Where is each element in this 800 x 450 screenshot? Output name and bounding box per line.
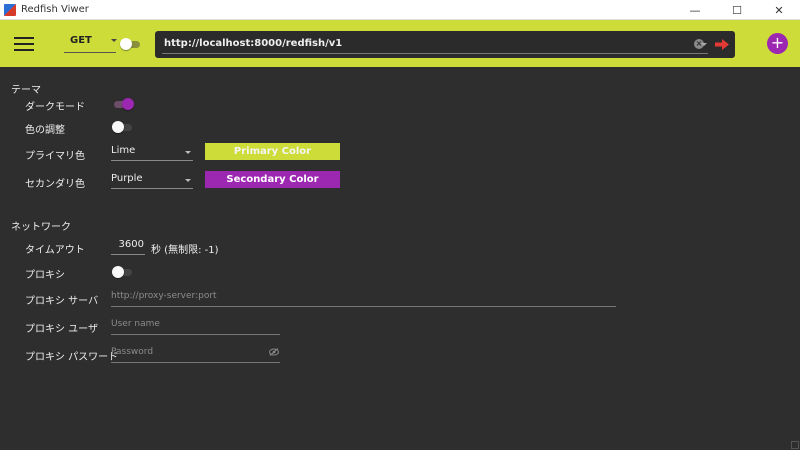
color-adjust-label: 色の調整: [25, 125, 65, 136]
window-titlebar: Redfish Viwer — ☐ ✕: [0, 0, 800, 20]
add-button[interactable]: +: [767, 33, 788, 54]
color-adjust-toggle[interactable]: [112, 121, 134, 133]
chevron-down-icon: [111, 39, 117, 42]
window-title: Redfish Viwer: [21, 4, 89, 15]
url-field-container: http://localhost:8000/redfish/v1 ×: [155, 31, 735, 58]
proxy-server-label: プロキシ サーバ: [25, 296, 99, 307]
proxy-password-input[interactable]: Password: [111, 347, 280, 363]
url-input[interactable]: http://localhost:8000/redfish/v1: [164, 38, 342, 49]
proxy-user-label: プロキシ ユーザ: [25, 324, 98, 335]
dark-mode-label: ダークモード: [25, 102, 85, 113]
url-history-dropdown-icon[interactable]: [701, 43, 707, 46]
settings-panel: テーマ ダークモード 色の調整 プライマリ色 Lime Primary Colo…: [0, 67, 800, 450]
resize-grip-icon[interactable]: [791, 441, 799, 449]
proxy-toggle[interactable]: [112, 266, 134, 278]
proxy-password-label: プロキシ パスワード: [25, 352, 119, 363]
timeout-unit: 秒 (無制限: -1): [151, 245, 219, 256]
http-method-select[interactable]: GET: [64, 35, 116, 53]
app-bar: GET http://localhost:8000/redfish/v1 × +: [0, 20, 800, 67]
primary-color-button[interactable]: Primary Color: [205, 143, 340, 160]
hamburger-menu-icon[interactable]: [14, 37, 34, 51]
chevron-down-icon: [185, 151, 191, 154]
maximize-button[interactable]: ☐: [716, 0, 758, 20]
proxy-user-input[interactable]: User name: [111, 319, 280, 335]
primary-color-select[interactable]: Lime: [111, 145, 193, 161]
primary-color-value: Lime: [111, 145, 136, 156]
network-section-title: ネットワーク: [11, 222, 71, 233]
dark-mode-toggle[interactable]: [112, 98, 134, 110]
secondary-color-label: セカンダリ色: [25, 179, 85, 190]
primary-color-label: プライマリ色: [25, 151, 85, 162]
method-toggle[interactable]: [120, 38, 142, 50]
window-controls: — ☐ ✕: [674, 0, 800, 20]
secondary-color-button[interactable]: Secondary Color: [205, 171, 340, 188]
eye-off-icon[interactable]: [269, 348, 279, 356]
secondary-color-select[interactable]: Purple: [111, 173, 193, 189]
timeout-label: タイムアウト: [25, 245, 85, 256]
send-arrow-icon[interactable]: [715, 39, 729, 50]
minimize-button[interactable]: —: [674, 0, 716, 20]
app-logo-icon: [4, 3, 16, 16]
close-button[interactable]: ✕: [758, 0, 800, 20]
timeout-input[interactable]: 3600: [111, 239, 145, 255]
proxy-label: プロキシ: [25, 270, 65, 281]
theme-section-title: テーマ: [11, 85, 41, 96]
secondary-color-value: Purple: [111, 173, 143, 184]
proxy-password-placeholder: Password: [111, 347, 154, 357]
chevron-down-icon: [185, 179, 191, 182]
proxy-server-input[interactable]: http://proxy-server:port: [111, 291, 616, 307]
